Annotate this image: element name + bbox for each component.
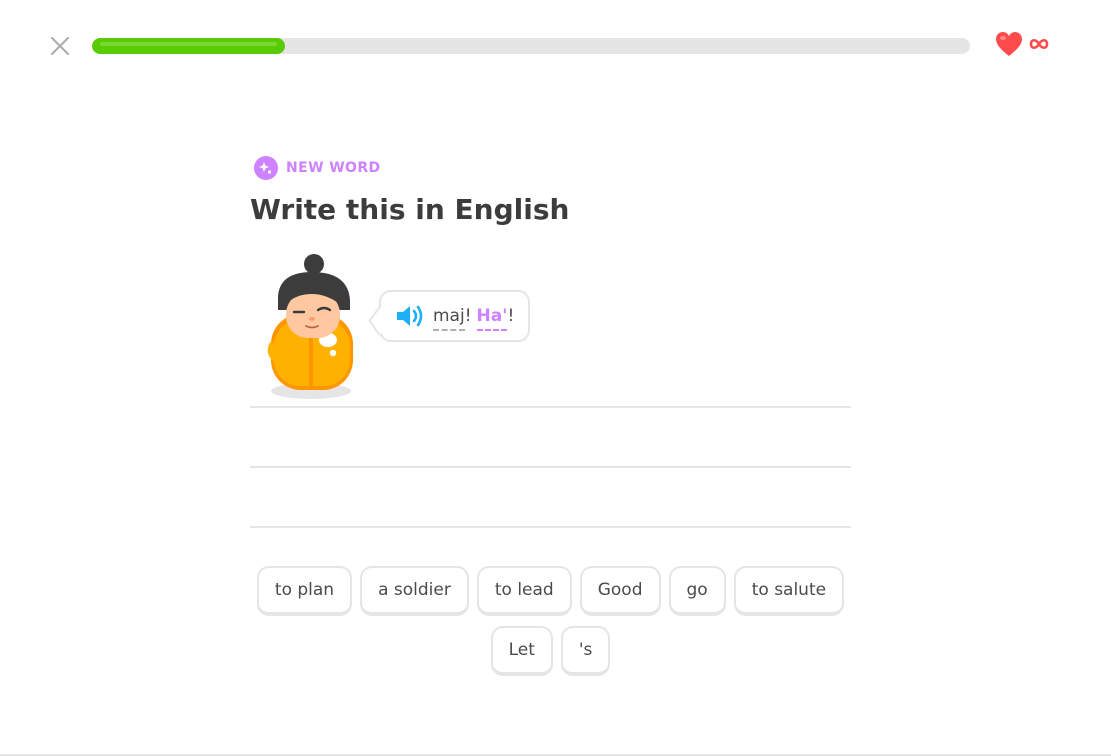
phrase-text: maj! Ha'! [433, 306, 515, 331]
infinity-icon [1029, 38, 1049, 50]
phrase-token[interactable]: maj [433, 306, 465, 331]
progress-fill [92, 38, 286, 54]
answer-line [250, 466, 851, 468]
progress-shine [100, 42, 278, 46]
word-tile[interactable]: go [668, 566, 726, 616]
lesson-progress-bar [92, 38, 970, 54]
phrase-punctuation: ! [507, 306, 515, 326]
heart-icon [996, 32, 1022, 56]
new-word-badge: NEW WORD [254, 150, 851, 186]
word-tile[interactable]: to plan [256, 566, 353, 616]
speaker-row: maj! Ha'! [250, 228, 851, 406]
word-tile[interactable]: to lead [476, 566, 572, 616]
phrase-punctuation: ! [464, 306, 472, 326]
speech-bubble-tail [368, 306, 390, 336]
word-tile[interactable]: 's [560, 626, 611, 676]
character-illustration [267, 254, 353, 399]
new-word-icon [254, 156, 278, 180]
word-tile[interactable]: Good [579, 566, 661, 616]
hearts-counter[interactable]: ∞ [994, 30, 1050, 58]
challenge-panel: NEW WORD Write this in English maj! Ha'! [250, 150, 851, 528]
word-tile[interactable]: a soldier [360, 566, 469, 616]
answer-area[interactable] [250, 406, 851, 528]
speaker-icon[interactable] [395, 303, 425, 329]
word-tile[interactable]: to salute [733, 566, 845, 616]
close-icon [50, 36, 70, 56]
close-button[interactable] [46, 32, 74, 60]
speech-bubble: maj! Ha'! [368, 290, 531, 342]
phrase-token-new-word[interactable]: Ha' [476, 306, 508, 331]
lesson-page: ∞ NEW WORD Write this in English [0, 0, 1111, 756]
challenge-title: Write this in English [250, 193, 570, 226]
word-tile[interactable]: Let [490, 626, 553, 676]
new-word-label: NEW WORD [286, 160, 381, 176]
answer-line [250, 526, 851, 528]
word-bank: to plan a soldier to lead Good go to sal… [250, 566, 851, 676]
